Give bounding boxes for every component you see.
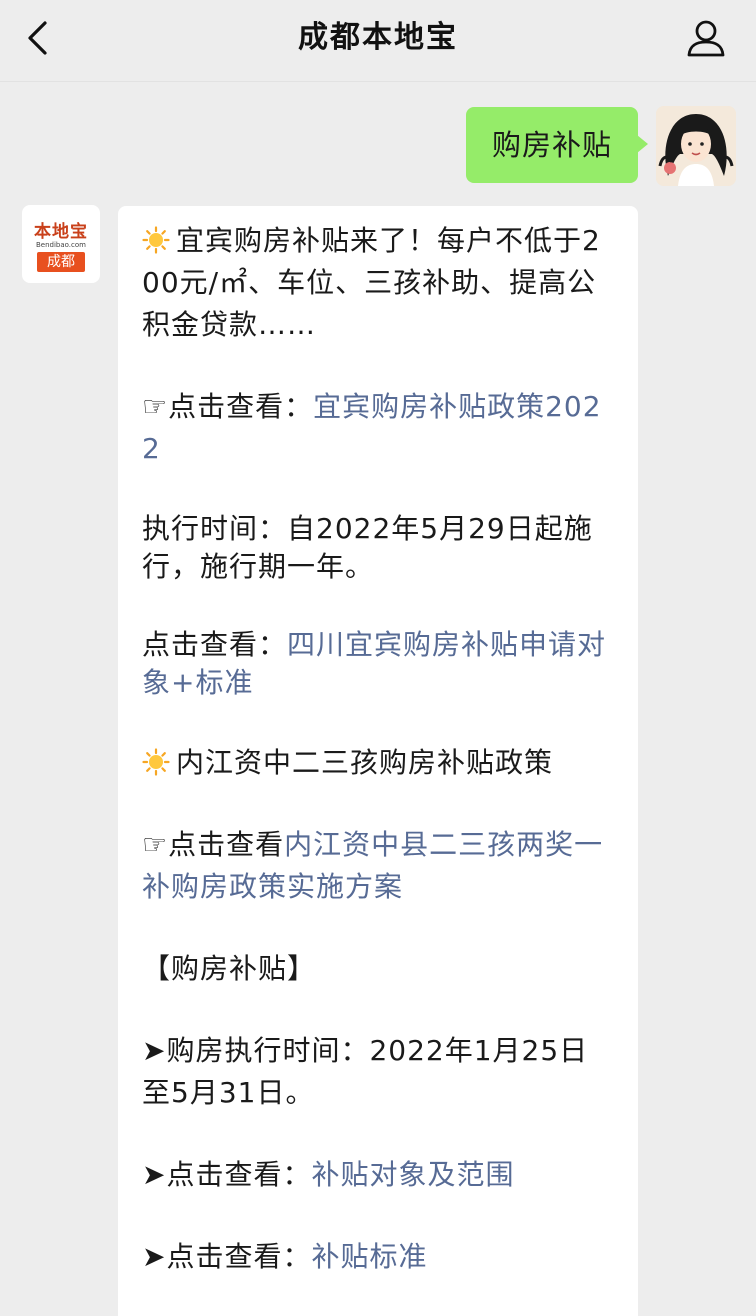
section-heading: 内江资中二三孩购房补贴政策 bbox=[176, 746, 554, 779]
outgoing-message[interactable]: 购房补贴 bbox=[465, 107, 649, 183]
user-avatar-illustration bbox=[656, 106, 736, 186]
top-bar: 成都本地宝 bbox=[0, 0, 756, 82]
section-label: 【购房补贴】 bbox=[142, 952, 317, 985]
link-prefix: ➤点击查看： bbox=[142, 1158, 312, 1191]
page-title: 成都本地宝 bbox=[298, 20, 458, 55]
bot-logo-city: 成都 bbox=[37, 252, 85, 272]
bot-logo-domain: Bendibao.com bbox=[35, 241, 86, 249]
message-paragraph: ☞点击查看：宜宾购房补贴政策2022 bbox=[142, 386, 616, 470]
link-prefix: ➤点击查看： bbox=[142, 1240, 312, 1273]
sun-icon bbox=[142, 226, 170, 254]
link-prefix: 点击查看： bbox=[142, 628, 288, 661]
sun-icon bbox=[142, 748, 170, 776]
link-prefix: ☞点击查看： bbox=[142, 390, 314, 423]
bot-avatar[interactable]: 本地宝 Bendibao.com 成都 bbox=[22, 205, 100, 283]
message-paragraph: 宜宾购房补贴来了！每户不低于200元/㎡、车位、三孩补助、提高公积金贷款…… bbox=[142, 220, 616, 346]
message-paragraph: 点击查看：四川宜宾购房补贴申请对象+标准 bbox=[142, 626, 616, 702]
person-icon bbox=[687, 20, 725, 57]
message-paragraph: ➤点击查看：补贴标准 bbox=[142, 1236, 616, 1278]
profile-button[interactable] bbox=[684, 16, 728, 60]
message-paragraph: 执行时间：自2022年5月29日起施行，施行期一年。 bbox=[142, 512, 593, 583]
message-paragraph: ➤点击查看：补贴对象及范围 bbox=[142, 1154, 616, 1196]
link-prefix: ☞点击查看 bbox=[142, 828, 285, 861]
headline-text: 宜宾购房补贴来了！每户不低于200元/㎡、车位、三孩补助、提高公积金贷款…… bbox=[142, 224, 601, 341]
user-avatar[interactable] bbox=[656, 106, 736, 186]
incoming-message: 宜宾购房补贴来了！每户不低于200元/㎡、车位、三孩补助、提高公积金贷款…… ☞… bbox=[118, 206, 638, 1316]
subsidy-scope-link[interactable]: 补贴对象及范围 bbox=[311, 1158, 514, 1191]
message-paragraph: 内江资中二三孩购房补贴政策 bbox=[142, 742, 616, 784]
message-paragraph: ➤购房执行时间：2022年1月25日至5月31日。 bbox=[142, 1034, 589, 1109]
message-paragraph: ☞点击查看内江资中县二三孩两奖一补购房政策实施方案 bbox=[142, 824, 616, 908]
bot-logo-brand: 本地宝 bbox=[34, 222, 88, 242]
subsidy-standard-link[interactable]: 补贴标准 bbox=[311, 1240, 427, 1273]
